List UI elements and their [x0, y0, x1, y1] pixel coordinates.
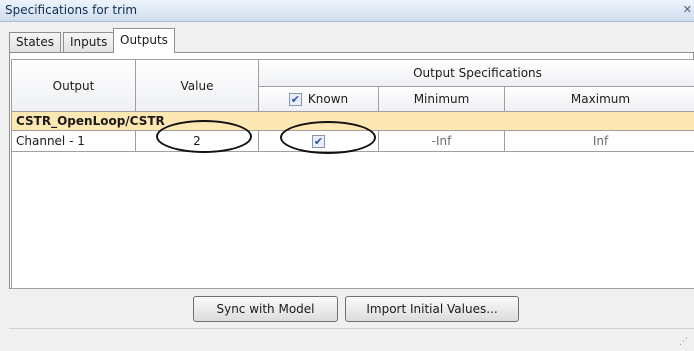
known-header-checkbox-icon[interactable]: ✔: [288, 92, 302, 106]
column-header-output: Output: [12, 60, 136, 112]
column-header-minimum: Minimum: [379, 87, 505, 112]
column-header-known[interactable]: ✔ Known: [259, 87, 379, 112]
output-spec-table: Output Value Output Specifications ✔ Kno…: [11, 59, 694, 289]
main-panel: States Inputs Outputs Output Value Outpu…: [0, 22, 694, 351]
outputs-tab-pane: Output Value Output Specifications ✔ Kno…: [9, 52, 694, 289]
divider: [9, 328, 694, 329]
tab-inputs[interactable]: Inputs: [63, 32, 115, 52]
row-known-cell[interactable]: ✔: [259, 131, 379, 152]
row-value-cell[interactable]: 2: [136, 131, 259, 152]
row-maximum-cell[interactable]: Inf: [505, 131, 694, 152]
row-known-checkbox-icon[interactable]: ✔: [312, 134, 325, 148]
tab-states[interactable]: States: [9, 32, 62, 52]
tab-outputs[interactable]: Outputs: [113, 28, 175, 53]
sync-with-model-button[interactable]: Sync with Model: [193, 296, 338, 322]
close-icon[interactable]: ✕: [683, 3, 692, 16]
column-header-value: Value: [136, 60, 259, 112]
row-minimum-cell[interactable]: -Inf: [379, 131, 505, 152]
window-title: Specifications for trim: [5, 3, 138, 17]
column-header-output-specifications: Output Specifications: [259, 60, 694, 87]
import-initial-values-button[interactable]: Import Initial Values...: [345, 296, 519, 322]
block-group-row: CSTR_OpenLoop/CSTR: [12, 112, 694, 131]
resize-grip-icon[interactable]: ⋰: [679, 337, 688, 347]
window-title-bar: Specifications for trim ✕: [0, 0, 694, 22]
known-header-label: Known: [307, 92, 349, 106]
column-header-maximum: Maximum: [505, 87, 694, 112]
row-output-name: Channel - 1: [12, 131, 136, 152]
